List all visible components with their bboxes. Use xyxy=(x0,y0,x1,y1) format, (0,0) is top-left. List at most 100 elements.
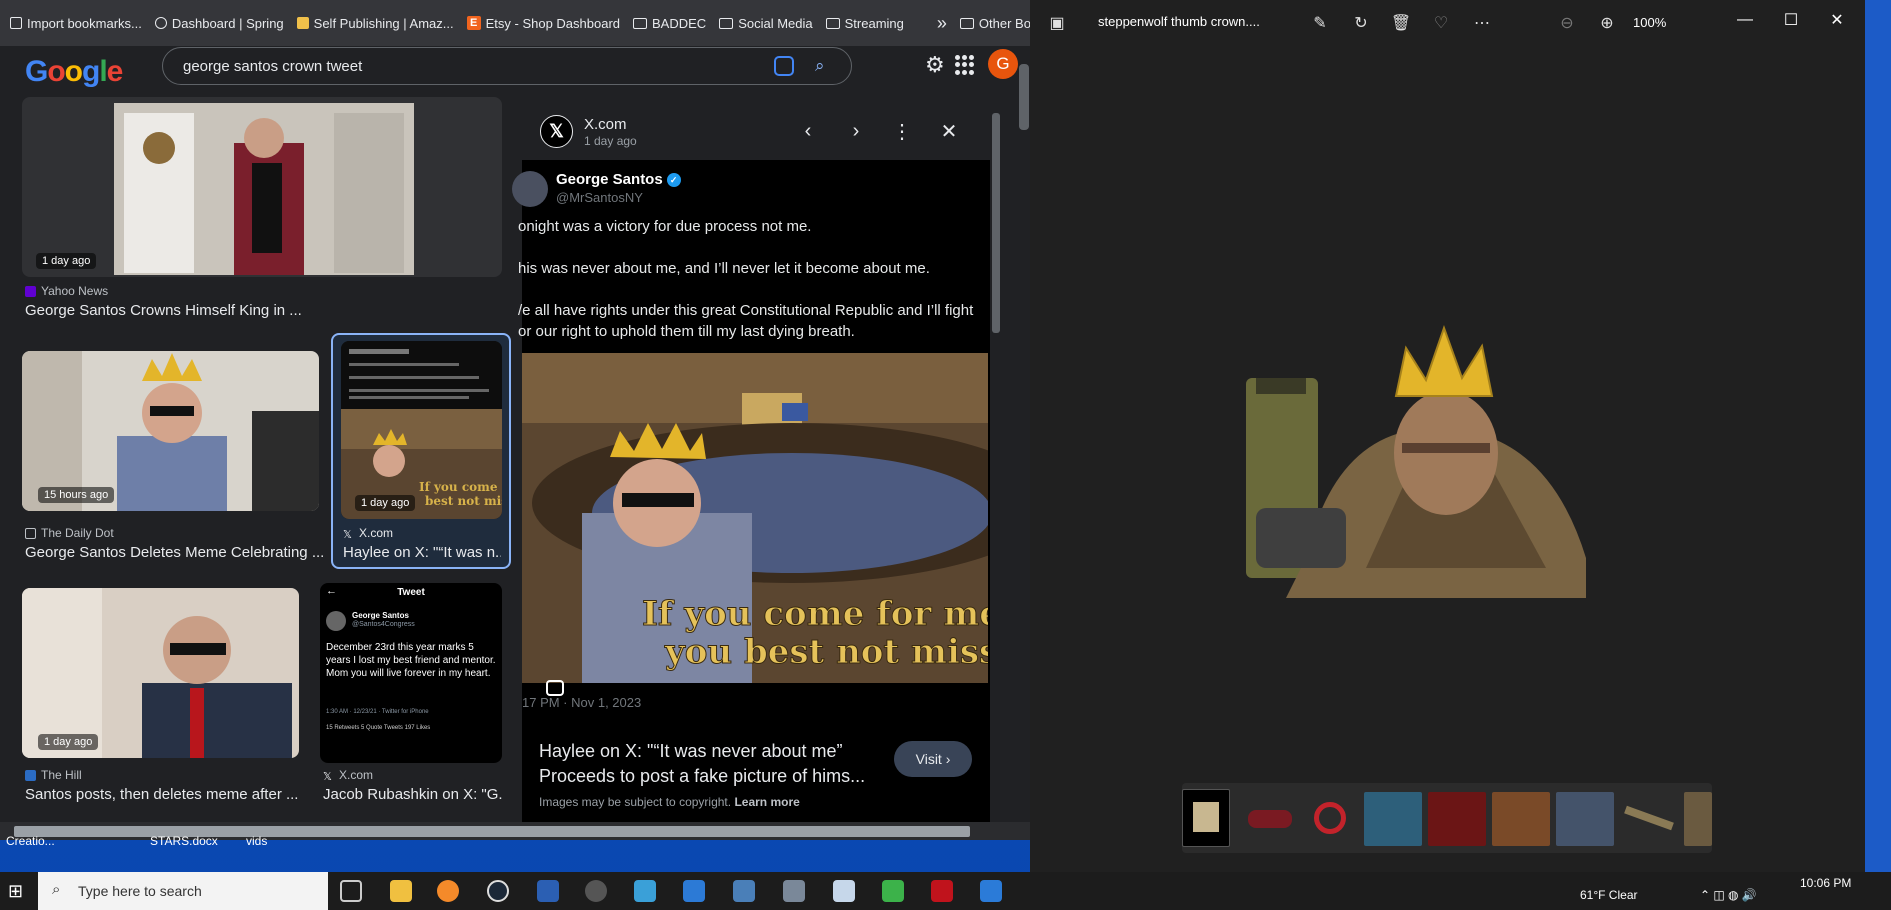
file-explorer-icon[interactable] xyxy=(390,880,412,902)
tweet-header: Tweet xyxy=(397,587,425,598)
more-icon[interactable]: ⋮ xyxy=(888,117,916,145)
delete-icon[interactable]: 🗑 xyxy=(1390,12,1412,34)
copyright-text: Images may be subject to copyright. xyxy=(539,795,732,809)
app-icon[interactable] xyxy=(783,880,805,902)
result-title[interactable]: George Santos Crowns Himself King in ... xyxy=(25,302,495,319)
firefox-icon[interactable] xyxy=(437,880,459,902)
windows-start-icon[interactable]: ⊞ xyxy=(8,881,28,901)
search-icon[interactable]: ⌕ xyxy=(815,56,837,78)
store-icon[interactable] xyxy=(683,880,705,902)
bookmark-import[interactable]: Import bookmarks... xyxy=(10,16,142,31)
gear-icon[interactable]: ⚙ xyxy=(925,52,949,77)
taskbar-search[interactable]: ⌕ Type here to search xyxy=(38,872,328,910)
heart-icon[interactable]: ♡ xyxy=(1430,12,1452,34)
photos-app-icon: ▣ xyxy=(1049,15,1065,32)
result-thumb[interactable]: If you come for me, best not miss 1 day … xyxy=(341,341,502,519)
tweet-image[interactable]: If you come for me you best not miss xyxy=(522,353,988,683)
bookmark-self-publishing[interactable]: Self Publishing | Amaz... xyxy=(296,15,454,31)
panel-scrollbar[interactable] xyxy=(992,113,1000,333)
task-view-icon[interactable] xyxy=(340,880,362,902)
bookmark-other[interactable]: Other Bookmarks xyxy=(959,16,1030,31)
discord-icon[interactable] xyxy=(585,880,607,902)
tweet-stats: 15 Retweets 5 Quote Tweets 197 Likes xyxy=(326,725,431,731)
minimize-icon[interactable]: — xyxy=(1728,6,1762,34)
pinned-app-icon[interactable] xyxy=(980,880,1002,902)
result-image xyxy=(114,103,414,275)
bookmark-dashboard-spring[interactable]: Dashboard | Spring xyxy=(154,16,284,31)
result-title[interactable]: Santos posts, then deletes meme after ..… xyxy=(25,786,325,803)
steam-icon[interactable] xyxy=(487,880,509,902)
clock[interactable]: 10:06 PM xyxy=(1800,876,1851,890)
svg-text:best not miss: best not miss xyxy=(425,494,502,508)
rotate-icon[interactable]: ↻ xyxy=(1350,12,1372,34)
word-icon[interactable] xyxy=(537,880,559,902)
calculator-icon[interactable] xyxy=(733,880,755,902)
bookmark-folder-streaming[interactable]: Streaming xyxy=(825,16,904,31)
weather[interactable]: 61°F Clear xyxy=(1580,888,1638,902)
close-icon[interactable]: ✕ xyxy=(1820,6,1854,34)
film-thumb[interactable] xyxy=(1364,792,1422,846)
result-thumb[interactable]: 15 hours ago xyxy=(22,351,319,511)
visual-title[interactable]: Haylee on X: "“It was never about me” Pr… xyxy=(539,739,879,789)
bookmarks-overflow[interactable]: » xyxy=(937,13,947,34)
result-thumb[interactable]: 1 day ago xyxy=(22,588,299,758)
result-title[interactable]: Haylee on X: "“It was n... xyxy=(343,544,501,561)
lens-icon[interactable] xyxy=(774,56,794,76)
edit-icon[interactable]: ✎ xyxy=(1309,12,1331,34)
close-icon[interactable]: ✕ xyxy=(935,117,963,145)
film-thumb[interactable] xyxy=(1620,792,1678,846)
bookmark-label: BADDEC xyxy=(652,15,707,31)
congress-meme-image: If you come for me you best not miss xyxy=(522,353,988,683)
film-thumb[interactable] xyxy=(1556,792,1614,846)
result-source[interactable]: The Hill xyxy=(25,768,82,782)
more-icon[interactable]: ⋯ xyxy=(1471,12,1493,34)
avatar[interactable]: G xyxy=(988,49,1018,79)
x-logo-icon[interactable]: 𝕏 xyxy=(540,115,573,148)
bookmark-label: Self Publishing | Amaz... xyxy=(313,15,454,31)
result-image xyxy=(22,588,299,758)
tweet-date: 17 PM · Nov 1, 2023 xyxy=(522,695,642,710)
paint-icon[interactable] xyxy=(833,880,855,902)
result-title[interactable]: George Santos Deletes Meme Celebrating .… xyxy=(25,544,325,561)
film-thumb[interactable] xyxy=(1304,792,1356,846)
tweet-handle: @Santos4Congress xyxy=(352,621,415,628)
film-thumb[interactable] xyxy=(1428,792,1486,846)
lens-search-icon[interactable] xyxy=(546,680,564,696)
prev-icon[interactable]: ‹ xyxy=(794,117,822,145)
apps-grid-icon[interactable] xyxy=(955,55,975,75)
next-icon[interactable]: › xyxy=(842,117,870,145)
result-source[interactable]: 𝕏 X.com xyxy=(343,526,393,541)
system-tray-icons[interactable]: ⌃ ◫ ◍ 🔊 xyxy=(1700,888,1757,902)
result-thumb[interactable]: Tweet ← George Santos @Santos4Congress D… xyxy=(320,583,502,763)
zoom-level: 100% xyxy=(1633,15,1667,30)
zoom-out-icon[interactable]: ⊖ xyxy=(1556,12,1578,34)
film-thumb[interactable] xyxy=(1244,792,1296,846)
zoom-in-icon[interactable]: ⊕ xyxy=(1596,12,1618,34)
bookmark-etsy[interactable]: E Etsy - Shop Dashboard xyxy=(466,16,620,31)
maximize-icon[interactable]: ☐ xyxy=(1774,6,1808,34)
learn-more-link[interactable]: Learn more xyxy=(734,795,799,809)
chart-app-icon[interactable] xyxy=(882,880,904,902)
bookmark-folder-social[interactable]: Social Media xyxy=(719,16,813,31)
result-source[interactable]: 𝕏 X.com xyxy=(323,768,373,783)
result-title[interactable]: Jacob Rubashkin on X: "G... xyxy=(323,786,503,803)
google-logo[interactable]: Google xyxy=(25,55,123,89)
the-hill-icon xyxy=(25,769,36,781)
film-thumb[interactable] xyxy=(1182,789,1230,847)
desktop-icon-label[interactable]: Creatio... xyxy=(6,834,55,848)
result-thumb[interactable]: 1 day ago xyxy=(22,97,502,277)
page-scrollbar[interactable] xyxy=(1019,64,1029,130)
film-thumb[interactable] xyxy=(1492,792,1550,846)
result-source[interactable]: Yahoo News xyxy=(25,284,108,298)
film-thumb[interactable] xyxy=(1684,792,1712,846)
taskbar-search-placeholder: Type here to search xyxy=(78,883,202,899)
search-input[interactable]: george santos crown tweet xyxy=(162,47,852,85)
desktop-icon-label[interactable]: vids xyxy=(246,834,267,848)
photos-icon[interactable] xyxy=(634,880,656,902)
visit-button[interactable]: Visit › xyxy=(894,741,972,777)
desktop-icon-label[interactable]: STARS.docx xyxy=(150,834,218,848)
bookmark-folder-baddec[interactable]: BADDEC xyxy=(633,16,706,31)
result-source[interactable]: The Daily Dot xyxy=(25,526,114,540)
adobe-icon[interactable] xyxy=(931,880,953,902)
panel-site[interactable]: X.com xyxy=(584,116,627,133)
